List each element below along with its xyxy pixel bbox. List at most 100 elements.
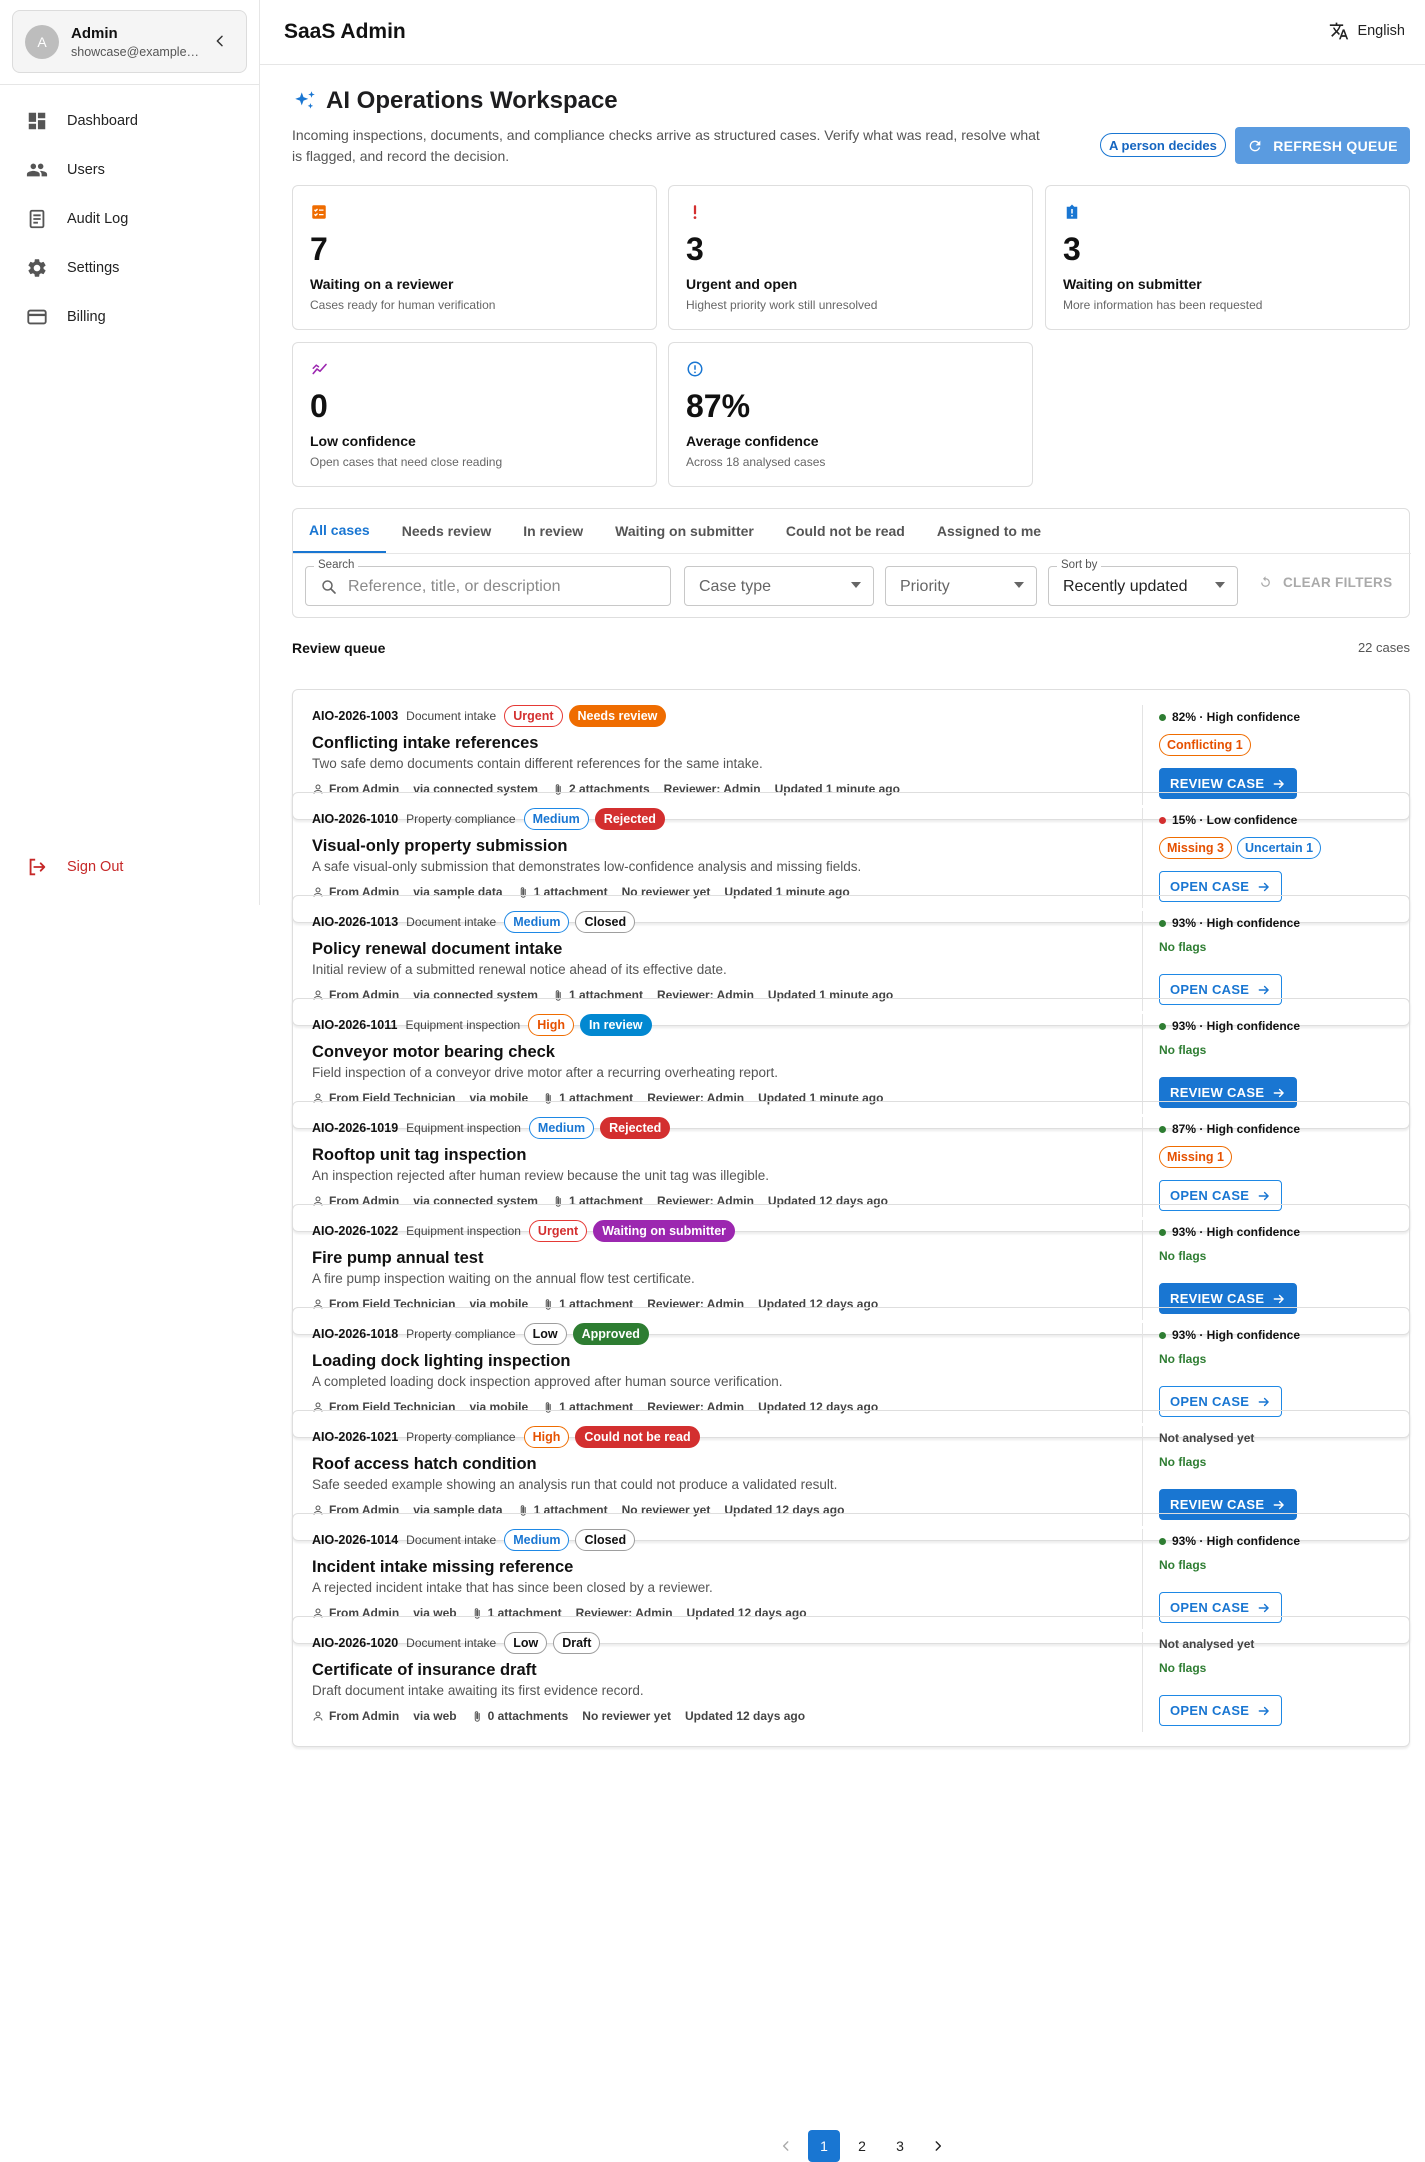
case-title[interactable]: Conveyor motor bearing check [312,1043,555,1062]
case-reference: AIO-2026-1003 [312,709,399,723]
dashboard-icon [26,110,48,132]
case-meta: AIO-2026-1022 Equipment inspection Urgent W… [312,1220,741,1242]
case-title[interactable]: Visual-only property submission [312,837,568,856]
page-title: AI Operations Workspace [292,87,618,115]
confidence-text: 93% · High confidence [1172,1534,1301,1548]
case-title[interactable]: Policy renewal document intake [312,940,562,959]
trend-icon [310,360,330,378]
search-input[interactable]: Search Reference, title, or description [305,559,671,606]
priority-badge: Medium [528,1117,595,1139]
case-divider [1142,1529,1143,1629]
gear-icon [26,257,48,279]
credit-card-icon [26,306,48,328]
case-meta: AIO-2026-1003 Document intake Urgent Needs … [312,705,672,727]
page-title-text: AI Operations Workspace [326,87,618,114]
case-title[interactable]: Roof access hatch condition [312,1455,537,1474]
arrow-right-icon [1264,1086,1286,1100]
sort-label: Sort by [1057,559,1102,571]
chevron-left-icon[interactable] [212,33,228,49]
case-flags: No flags [1159,1043,1206,1057]
sidebar-item-settings[interactable]: Settings [0,243,260,292]
case-title[interactable]: Incident intake missing reference [312,1558,573,1577]
tab-all-cases[interactable]: All cases [293,509,386,553]
case-description: A safe visual-only submission that demon… [312,859,862,874]
tab-needs-review[interactable]: Needs review [386,509,508,553]
case-title[interactable]: Fire pump annual test [312,1249,483,1268]
refresh-queue-button[interactable]: REFRESH QUEUE [1235,127,1410,164]
case-title[interactable]: Certificate of insurance draft [312,1661,537,1680]
flag-chip: Missing 1 [1159,1146,1232,1168]
priority-select[interactable]: Priority [885,566,1037,606]
case-type: Property compliance [406,1327,516,1341]
user-card[interactable]: A Admin showcase@example.com [12,10,247,73]
confidence-text: 93% · High confidence [1172,1328,1301,1342]
stat-card-urgent-open: 3 Urgent and open Highest priority work … [668,185,1033,330]
sidebar-item-audit-log[interactable]: Audit Log [0,194,260,243]
tab-in-review[interactable]: In review [507,509,599,553]
status-badge: Waiting on submitter [593,1220,736,1242]
case-card[interactable]: AIO-2026-1020 Document intake Low Draft Cert… [292,1616,1410,1747]
prev-page-icon[interactable] [770,2130,802,2162]
flag-chip: Conflicting 1 [1159,734,1251,756]
case-description: Initial review of a submitted renewal no… [312,962,727,977]
next-page-icon[interactable] [922,2130,954,2162]
stat-subtext: Open cases that need close reading [310,455,503,469]
app-title: SaaS Admin [284,20,406,43]
sign-out-label: Sign Out [67,859,124,875]
no-flags-text: No flags [1159,1352,1207,1366]
case-title[interactable]: Rooftop unit tag inspection [312,1146,526,1165]
attachment-icon [471,1710,483,1723]
sidebar-nav: Dashboard Users Audit Log Settings Billi… [0,96,260,341]
case-divider [1142,1632,1143,1732]
case-type: Document intake [406,709,497,723]
language-selector[interactable]: English [1329,21,1405,41]
language-label: English [1357,23,1405,39]
tab-assigned-to-me[interactable]: Assigned to me [921,509,1057,553]
case-flags: No flags [1159,1352,1206,1366]
action-label: OPEN CASE [1170,982,1250,997]
clear-filters-button[interactable]: CLEAR FILTERS [1258,575,1392,590]
refresh-icon [1247,138,1273,154]
page-1-button[interactable]: 1 [808,2130,840,2162]
page-description: Incoming inspections, documents, and com… [292,127,1040,164]
case-title[interactable]: Loading dock lighting inspection [312,1352,571,1371]
case-description: A completed loading dock inspection appr… [312,1374,783,1389]
tab-waiting-on-submitter[interactable]: Waiting on submitter [599,509,770,553]
sidebar-item-billing[interactable]: Billing [0,292,260,341]
confidence-dot [1159,1331,1166,1339]
confidence-indicator: 82% · High confidence [1159,710,1300,724]
case-divider [1142,705,1143,805]
case-meta: AIO-2026-1014 Document intake Medium Closed [312,1529,641,1551]
arrow-right-icon [1249,880,1271,894]
confidence-dot [1159,1022,1166,1030]
sidebar: A Admin showcase@example.com Dashboard U… [0,0,260,905]
flag-chip: Missing 3 [1159,837,1232,859]
sort-select[interactable]: Sort by Recently updated [1048,559,1238,606]
case-type: Property compliance [406,1430,516,1444]
case-reference: AIO-2026-1018 [312,1327,399,1341]
tab-could-not-be-read[interactable]: Could not be read [770,509,921,553]
action-label: OPEN CASE [1170,879,1250,894]
action-label: REVIEW CASE [1170,1085,1265,1100]
case-type-value: Case type [699,578,772,595]
sign-out-button[interactable]: Sign Out [26,856,123,878]
exclamation-icon [686,203,704,221]
case-title[interactable]: Conflicting intake references [312,734,538,753]
case-type-select[interactable]: Case type [684,566,874,606]
arrow-right-icon [1249,1601,1271,1615]
case-reference: AIO-2026-1010 [312,812,399,826]
queue-count: 22 cases [1357,640,1410,655]
open-case-button[interactable]: OPEN CASE [1159,1695,1283,1726]
checklist-icon [310,203,328,221]
sidebar-item-users[interactable]: Users [0,145,260,194]
stat-subtext: Highest priority work still unresolved [686,298,878,312]
confidence-text: 82% · High confidence [1172,710,1301,724]
confidence-indicator: 93% · High confidence [1159,1225,1300,1239]
case-meta: AIO-2026-1021 Property compliance High Coul… [312,1426,706,1448]
sidebar-item-dashboard[interactable]: Dashboard [0,96,260,145]
confidence-indicator: 93% · High confidence [1159,1534,1300,1548]
confidence-dot [1159,713,1166,721]
page-2-button[interactable]: 2 [846,2130,878,2162]
case-meta: AIO-2026-1019 Equipment inspection Medium R… [312,1117,676,1139]
page-3-button[interactable]: 3 [884,2130,916,2162]
